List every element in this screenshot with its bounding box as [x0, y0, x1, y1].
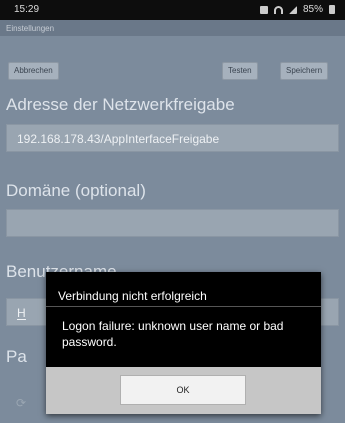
signal-icon [288, 5, 297, 14]
test-button[interactable]: Testen [222, 62, 258, 80]
notification-icon [259, 5, 268, 14]
dialog-title: Verbindung nicht erfolgreich [58, 289, 207, 303]
save-button[interactable]: Speichern [280, 62, 329, 80]
dialog-footer: OK [46, 367, 321, 414]
status-time: 15:29 [14, 4, 40, 15]
username-value: H [17, 306, 26, 320]
error-dialog: Verbindung nicht erfolgreich Logon failu… [46, 272, 321, 414]
domain-field[interactable] [6, 209, 339, 237]
cancel-button[interactable]: Abbrechen [8, 62, 59, 80]
wifi-icon [273, 5, 283, 14]
sync-icon[interactable]: ⟳ [16, 396, 26, 410]
address-label: Adresse der Netzwerkfreigabe [6, 95, 235, 114]
ok-button[interactable]: OK [120, 375, 246, 405]
app-title-bar: Einstellungen [0, 20, 345, 36]
status-icons: 85% [259, 4, 335, 15]
address-field[interactable]: 192.168.178.43/AppInterfaceFreigabe [6, 124, 339, 152]
battery-icon [329, 5, 335, 14]
domain-label: Domäne (optional) [6, 181, 146, 200]
dialog-message: Logon failure: unknown user name or bad … [62, 319, 284, 349]
status-bar: 15:29 85% [0, 0, 345, 20]
battery-percent: 85% [302, 4, 323, 15]
app-title: Einstellungen [6, 24, 55, 33]
dialog-divider [46, 306, 321, 307]
password-label: Pa [6, 347, 27, 366]
